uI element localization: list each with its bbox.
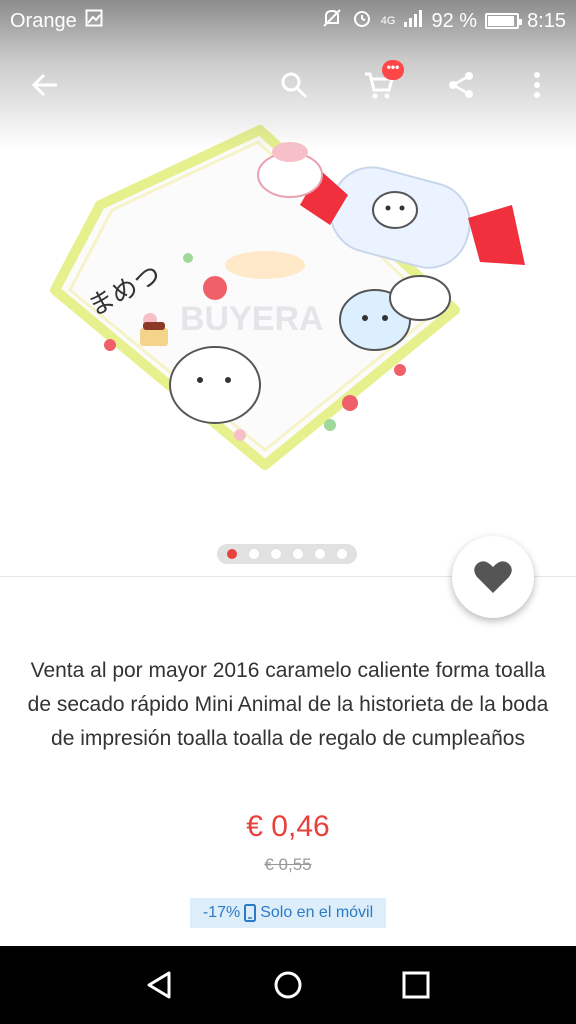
- product-toolbar: •••: [0, 56, 576, 114]
- carrier-label: Orange: [10, 9, 77, 32]
- mobile-discount-badge: -17% Solo en el móvil: [190, 898, 386, 928]
- search-icon: [281, 72, 308, 99]
- wishlist-button[interactable]: [452, 536, 534, 618]
- cart-badge: •••: [382, 60, 404, 80]
- product-title: Venta al por mayor 2016 caramelo calient…: [27, 659, 549, 750]
- more-vertical-icon: [534, 72, 540, 98]
- signal-icon: [403, 8, 423, 34]
- mute-icon: [321, 7, 343, 35]
- alarm-icon: [351, 7, 373, 35]
- share-icon: [449, 72, 473, 98]
- more-options-button[interactable]: [508, 56, 566, 114]
- square-recents-icon: [402, 971, 430, 999]
- cart-button[interactable]: •••: [350, 56, 408, 114]
- pager-dot[interactable]: [249, 549, 259, 559]
- phone-icon: [244, 904, 257, 922]
- search-button[interactable]: [265, 56, 323, 114]
- nav-back-button[interactable]: [120, 946, 200, 1024]
- share-button[interactable]: [432, 56, 490, 114]
- system-nav-bar: [0, 946, 576, 1024]
- triangle-back-icon: [147, 971, 171, 999]
- gallery-notification-icon: [85, 9, 103, 33]
- back-button[interactable]: [16, 56, 74, 114]
- battery-percent: 92 %: [431, 9, 478, 32]
- status-bar: Orange 4G 92 % 8:15: [0, 0, 576, 42]
- product-detail-screen: まめつ BUYERA Orange 4G 92 % 8:15 ••• Venta…: [0, 0, 576, 1024]
- heart-icon: [474, 561, 512, 593]
- network-type-label: 4G: [380, 15, 396, 27]
- battery-icon: [485, 13, 523, 29]
- pager-dot[interactable]: [271, 549, 281, 559]
- clock: 8:15: [527, 9, 566, 32]
- pager-dot[interactable]: [315, 549, 325, 559]
- nav-home-button[interactable]: [248, 946, 328, 1024]
- circle-home-icon: [274, 971, 302, 999]
- pager-dot[interactable]: [337, 549, 347, 559]
- back-arrow-icon: [31, 73, 57, 97]
- watermark: BUYERA: [180, 300, 324, 338]
- nav-recents-button[interactable]: [376, 946, 456, 1024]
- current-price: € 0,46: [246, 810, 330, 843]
- mobile-only-label: Solo en el móvil: [260, 904, 374, 921]
- pager-dot[interactable]: [293, 549, 303, 559]
- discount-percent: -17%: [202, 904, 241, 921]
- original-price: € 0,55: [264, 855, 312, 874]
- pager-dot-active[interactable]: [227, 549, 237, 559]
- image-pager[interactable]: [217, 544, 357, 564]
